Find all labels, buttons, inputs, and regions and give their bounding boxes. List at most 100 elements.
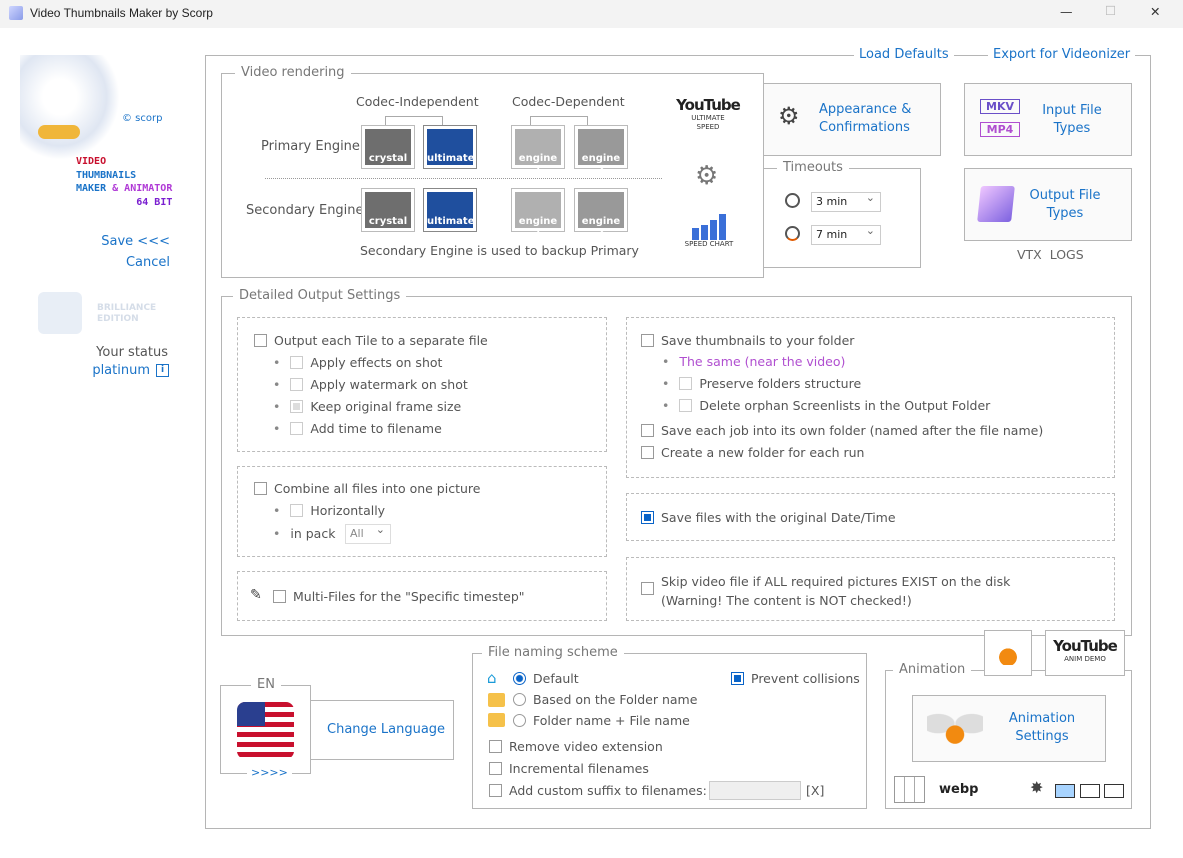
output-file-types-button[interactable]: Output File Types [964, 168, 1132, 241]
preserve-structure-option[interactable]: • Preserve folders structure [662, 376, 861, 391]
maximize-button[interactable]: ☐ [1105, 3, 1116, 18]
pack-select[interactable]: All [345, 523, 391, 544]
in-pack-row: • in pack [273, 526, 336, 541]
add-time-option[interactable]: • Add time to filename [273, 421, 442, 436]
more-languages-link[interactable]: >>>> [247, 766, 292, 779]
divider [265, 178, 662, 179]
load-defaults-link[interactable]: Load Defaults [854, 47, 954, 62]
input-file-types-button[interactable]: MKV MP4 Input File Types [964, 83, 1132, 156]
animation-settings-label: Animation Settings [1008, 711, 1076, 744]
same-folder-link[interactable]: • The same (near the video) [662, 354, 845, 369]
animation-settings-button[interactable]: Animation Settings [912, 695, 1106, 762]
output-files-icon [977, 186, 1015, 222]
primary-ultimate-tile[interactable]: ultimate [423, 125, 477, 169]
apply-effects-label: Apply effects on shot [310, 355, 443, 370]
remove-extension-option[interactable]: Remove video extension [489, 739, 663, 754]
close-button[interactable]: ✕ [1150, 4, 1160, 19]
folder-icon [488, 693, 505, 707]
clock-icon [785, 193, 800, 208]
mp4-badge: MP4 [980, 122, 1020, 137]
potion-button[interactable] [984, 630, 1032, 676]
grid-layout-icon[interactable] [894, 776, 925, 803]
appearance-label: Appearance & Confirmations [819, 102, 912, 135]
change-language-button[interactable]: Change Language [310, 700, 454, 760]
bracket [385, 116, 443, 125]
minimize-button[interactable]: — [1060, 4, 1073, 19]
logo-text: VIDEO THUMBNAILS MAKER & ANIMATOR 64 BIT [76, 155, 172, 209]
save-folder-option[interactable]: Save thumbnails to your folder [641, 333, 854, 348]
vtx-logs-link[interactable]: VTX LOGS [1017, 247, 1084, 262]
naming-folder-file-radio[interactable]: Folder name + File name [513, 713, 690, 728]
keep-frame-size-option[interactable]: • Keep original frame size [273, 399, 461, 414]
youtube-ultimate-speed-button[interactable]: YouTube ULTIMATE SPEED [676, 96, 741, 132]
us-flag-icon[interactable] [237, 702, 294, 759]
incremental-option[interactable]: Incremental filenames [489, 761, 649, 776]
secondary-engine2-tile[interactable]: engine 2 [574, 188, 628, 238]
new-folder-option[interactable]: Create a new folder for each run [641, 445, 864, 460]
logo-line: VIDEO [76, 156, 107, 167]
naming-folder-radio[interactable]: Based on the Folder name [513, 692, 697, 707]
folder-file-icon [488, 713, 505, 727]
clear-suffix-button[interactable]: [X] [806, 783, 824, 798]
speed-chart-icon [676, 212, 742, 240]
apply-watermark-option[interactable]: • Apply watermark on shot [273, 377, 468, 392]
original-date-option[interactable]: Save files with the original Date/Time [641, 510, 896, 525]
custom-suffix-option[interactable]: Add custom suffix to filenames: [489, 783, 707, 798]
burst-icon[interactable]: ✸ [1030, 778, 1043, 797]
animation-legend: Animation [893, 662, 972, 677]
language-group: EN >>>> [220, 677, 311, 779]
timeout-select-1[interactable]: 3 min [811, 191, 881, 212]
scroll-icon [38, 125, 80, 139]
anim-demo-label: ANIM DEMO [1064, 655, 1106, 663]
tile-option-label: Output each Tile to a separate file [274, 333, 488, 348]
info-icon[interactable]: i [156, 364, 169, 377]
skip-option[interactable]: Skip video file if ALL required pictures… [641, 572, 1010, 610]
primary-crystal-tile[interactable]: crystal [361, 125, 415, 169]
save-link[interactable]: Save <<< [101, 234, 170, 249]
youtube-logo: YouTube [1053, 637, 1118, 655]
layout-option-2[interactable] [1080, 784, 1100, 798]
engine-label: engine 1 [515, 129, 561, 175]
secondary-ultimate-tile[interactable]: ultimate [423, 188, 477, 232]
engine-label: crystal [365, 129, 411, 165]
potion-icon [998, 643, 1018, 665]
primary-engine1-tile[interactable]: engine 1 [511, 125, 565, 175]
appearance-button[interactable]: ⚙ Appearance & Confirmations [763, 83, 941, 156]
primary-engine2-tile[interactable]: engine 2 [574, 125, 628, 175]
youtube-logo: YouTube [676, 96, 741, 114]
layout-option-3[interactable] [1104, 784, 1124, 798]
delete-orphan-option[interactable]: • Delete orphan Screenlists in the Output… [662, 398, 990, 413]
home-icon: ⌂ [487, 669, 497, 687]
tile-option[interactable]: Output each Tile to a separate file [254, 333, 488, 348]
secondary-engine1-tile[interactable]: engine 1 [511, 188, 565, 238]
codec-independent-label: Codec-Independent [356, 94, 479, 109]
layout-option-1[interactable] [1055, 784, 1075, 798]
add-time-label: Add time to filename [310, 421, 442, 436]
multi-files-option[interactable]: Multi-Files for the "Specific timestep" [273, 589, 525, 604]
secondary-engine-label: Secondary Engine [246, 203, 364, 218]
timeout-select-2[interactable]: 7 min [811, 224, 881, 245]
custom-suffix-label: Add custom suffix to filenames: [509, 783, 707, 798]
speed-chart-button[interactable]: SPEED CHART [676, 212, 742, 248]
cancel-link[interactable]: Cancel [126, 255, 170, 270]
change-language-label: Change Language [327, 722, 446, 737]
export-videonizer-link[interactable]: Export for Videonizer [988, 47, 1136, 62]
combine-option[interactable]: Combine all files into one picture [254, 481, 480, 496]
anim-demo-button[interactable]: YouTube ANIM DEMO [1045, 630, 1125, 676]
engine-label: engine 2 [578, 192, 624, 238]
naming-default-radio[interactable]: Default [513, 671, 579, 686]
naming-folder-file-label: Folder name + File name [533, 713, 690, 728]
prevent-collisions-option[interactable]: Prevent collisions [731, 671, 860, 686]
suffix-input[interactable] [709, 781, 801, 800]
wrench-gear-icon[interactable]: ⚙ [695, 163, 718, 189]
codec-dependent-label: Codec-Dependent [512, 94, 625, 109]
horizontally-option[interactable]: • Horizontally [273, 503, 385, 518]
secondary-crystal-tile[interactable]: crystal [361, 188, 415, 232]
each-job-folder-option[interactable]: Save each job into its own folder (named… [641, 423, 1043, 438]
webp-label[interactable]: webp [939, 782, 978, 797]
language-legend: EN [251, 677, 281, 692]
pen-icon: ✎ [250, 587, 262, 603]
apply-effects-option[interactable]: • Apply effects on shot [273, 355, 442, 370]
window-title: Video Thumbnails Maker by Scorp [30, 6, 213, 20]
save-folder-label: Save thumbnails to your folder [661, 333, 855, 348]
